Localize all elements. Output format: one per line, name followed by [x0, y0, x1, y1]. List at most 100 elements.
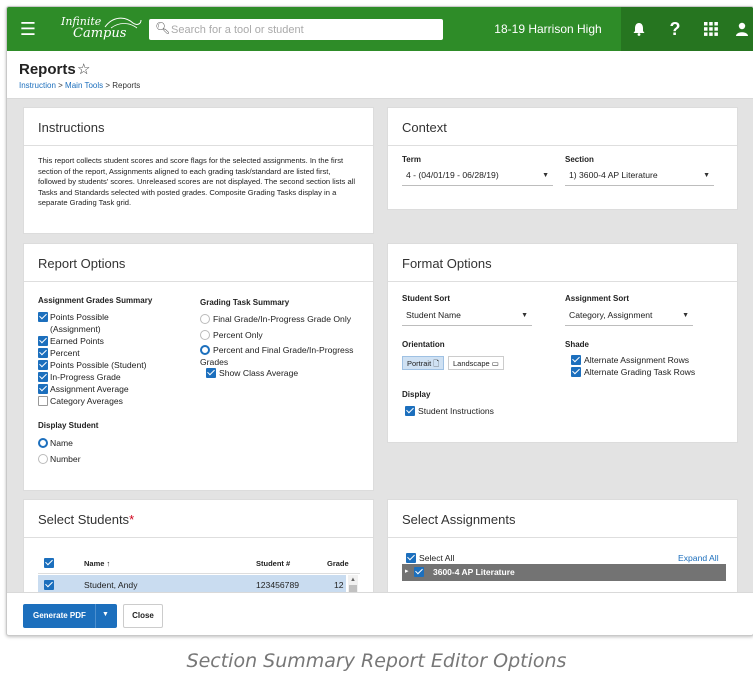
page-title: Reports: [19, 61, 76, 78]
required-mark: *: [129, 512, 135, 527]
checkbox-alternate-grading-task-rows[interactable]: [571, 367, 581, 377]
student-sort-label: Student Sort: [402, 294, 450, 303]
report-options-panel: Report Options Assignment Grades Summary…: [23, 243, 374, 491]
checkbox-show-class-average[interactable]: [206, 368, 216, 378]
radio-final-grade-only[interactable]: [200, 314, 210, 324]
user-icon[interactable]: [729, 7, 753, 51]
shade-label: Shade: [565, 340, 590, 349]
page-icon: 🗋︎: [433, 359, 440, 368]
chevron-down-icon: ▼: [542, 172, 549, 179]
option-label: Percent and Final Grade/In-Progress: [213, 345, 354, 355]
chevron-down-icon[interactable]: ▼: [102, 611, 109, 618]
panel-title: Report Options: [38, 256, 126, 271]
breadcrumb-instruction[interactable]: Instruction: [19, 81, 56, 90]
checkbox-category-averages[interactable]: [38, 396, 48, 406]
chevron-down-icon: ▼: [521, 312, 528, 319]
instructions-text: This report collects student scores and …: [38, 156, 356, 208]
panel-title: Format Options: [402, 256, 492, 271]
section-value: 1) 3600-4 AP Literature: [569, 170, 658, 180]
menu-icon[interactable]: ☰: [15, 18, 41, 40]
student-number: 123456789: [256, 580, 300, 590]
radio-percent-and-final-grade[interactable]: [200, 345, 210, 355]
assignment-tree-item[interactable]: ▸ 3600-4 AP Literature: [402, 564, 726, 581]
format-options-panel: Format Options Student Sort Student Name…: [387, 243, 738, 443]
student-sort-select[interactable]: Student Name ▼: [402, 306, 532, 326]
grading-task-summary-label: Grading Task Summary: [200, 298, 290, 307]
option-label: In-Progress Grade: [50, 372, 121, 382]
radio-number[interactable]: [38, 454, 48, 464]
radio-percent-only[interactable]: [200, 330, 210, 340]
close-button[interactable]: Close: [123, 604, 163, 628]
option-label: Earned Points: [50, 336, 104, 346]
search-box[interactable]: 🔍︎: [149, 19, 443, 40]
portrait-label: Portrait: [407, 359, 432, 368]
breadcrumb-separator: >: [58, 81, 63, 90]
tree-item-label: 3600-4 AP Literature: [433, 567, 515, 577]
help-icon[interactable]: ?: [657, 7, 693, 51]
student-name: Student, Andy: [84, 580, 138, 590]
student-sort-value: Student Name: [406, 310, 461, 320]
display-label: Display: [402, 390, 431, 399]
panel-title: Select Assignments: [402, 512, 516, 527]
column-header-grade[interactable]: Grade: [327, 559, 349, 568]
option-label: (Assignment): [50, 324, 101, 334]
option-label: Percent Only: [213, 330, 263, 340]
option-label: Name: [50, 438, 73, 448]
instructions-panel: Instructions This report collects studen…: [23, 107, 374, 234]
checkbox-percent[interactable]: [38, 348, 48, 358]
star-icon[interactable]: ☆: [77, 60, 90, 78]
checkbox-points-possible[interactable]: [38, 312, 48, 322]
option-label: Assignment Average: [50, 384, 129, 394]
term-select[interactable]: 4 - (04/01/19 - 06/28/19) ▼: [402, 166, 553, 186]
checkbox-student-instructions[interactable]: [405, 406, 415, 416]
bell-icon[interactable]: [621, 7, 657, 51]
checkbox-points-possible-student[interactable]: [38, 360, 48, 370]
option-label: Percent: [50, 348, 80, 358]
caret-right-icon[interactable]: ▸: [405, 567, 409, 575]
panel-title: Instructions: [38, 120, 105, 135]
assignment-sort-select[interactable]: Category, Assignment ▼: [565, 306, 693, 326]
app-window: ☰ Infinite Campus 🔍︎ 18-19 Harrison High…: [6, 6, 753, 636]
infinite-campus-logo[interactable]: Infinite Campus: [59, 13, 149, 43]
expand-all-link[interactable]: Expand All: [678, 553, 719, 563]
display-student-label: Display Student: [38, 421, 99, 430]
option-label: Points Possible (Student): [50, 360, 147, 370]
checkbox-assignment-average[interactable]: [38, 384, 48, 394]
section-select[interactable]: 1) 3600-4 AP Literature ▼: [565, 166, 714, 186]
breadcrumb: Instruction > Main Tools > Reports: [19, 81, 140, 90]
school-selector[interactable]: 18-19 Harrison High: [475, 7, 621, 51]
scroll-up-icon[interactable]: ▲: [350, 577, 356, 583]
checkbox-alternate-assignment-rows[interactable]: [571, 355, 581, 365]
option-label: Show Class Average: [219, 368, 299, 378]
checkbox-student-row[interactable]: [44, 580, 54, 590]
apps-grid-icon[interactable]: [693, 7, 729, 51]
term-label: Term: [402, 155, 421, 164]
assignment-sort-value: Category, Assignment: [569, 310, 653, 320]
option-label: Final Grade/In-Progress Grade Only: [213, 314, 352, 324]
option-label: Number: [50, 454, 81, 464]
radio-name[interactable]: [38, 438, 48, 448]
orientation-landscape-button[interactable]: Landscape ▭: [448, 356, 504, 370]
column-header-name[interactable]: Name ↑: [84, 559, 110, 568]
page-header: Reports ☆ Instruction > Main Tools > Rep…: [7, 51, 753, 99]
assignment-grades-summary-label: Assignment Grades Summary: [38, 296, 153, 305]
checkbox-tree-item[interactable]: [414, 567, 424, 577]
breadcrumb-main-tools[interactable]: Main Tools: [65, 81, 103, 90]
section-label: Section: [565, 155, 594, 164]
checkbox-in-progress-grade[interactable]: [38, 372, 48, 382]
landscape-label: Landscape: [453, 359, 490, 368]
generate-pdf-label: Generate PDF: [33, 611, 86, 620]
orientation-portrait-button[interactable]: Portrait 🗋︎: [402, 356, 445, 370]
checkbox-select-all-students[interactable]: [44, 558, 54, 568]
chevron-down-icon: ▼: [703, 172, 710, 179]
column-header-student-number[interactable]: Student #: [256, 559, 290, 568]
option-label: Alternate Grading Task Rows: [584, 367, 696, 377]
assignment-sort-label: Assignment Sort: [565, 294, 630, 303]
option-label: Points Possible: [50, 312, 109, 322]
search-input[interactable]: [171, 21, 437, 38]
checkbox-select-all-assignments[interactable]: [406, 553, 416, 563]
generate-pdf-button[interactable]: Generate PDF ▼: [23, 604, 117, 628]
select-students-title: Select Students: [38, 512, 130, 527]
student-grade: 12: [334, 580, 344, 590]
checkbox-earned-points[interactable]: [38, 336, 48, 346]
